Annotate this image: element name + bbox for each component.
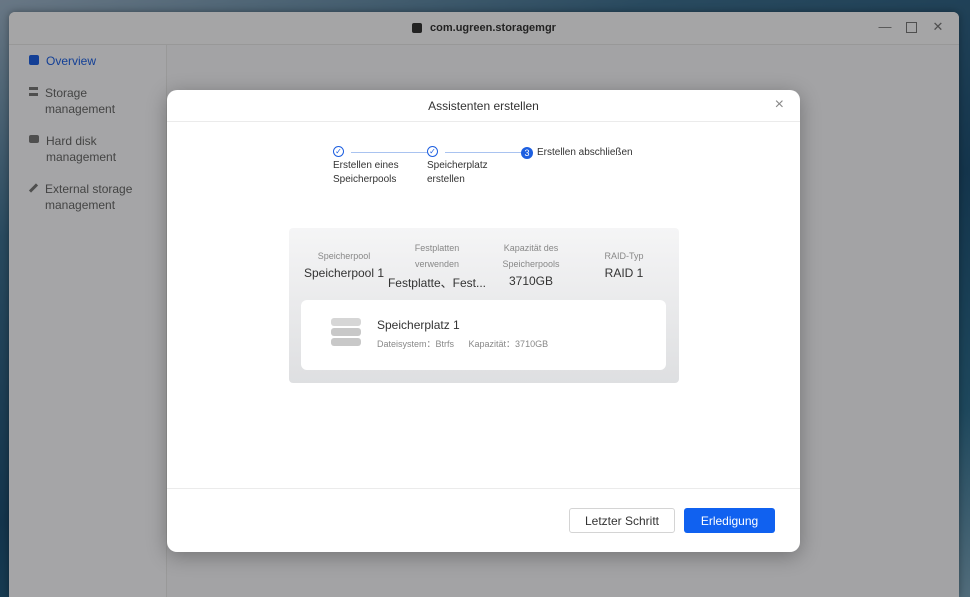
storage-pool-summary: Speicherpool Speicherpool 1 Festplatten … [289,228,679,383]
stat-label: Kapazität des [503,243,559,253]
pool-disks-stat: Festplatten verwenden Festplatte、Fest... [387,240,487,291]
wizard-steps: ✓ Erstellen eines Speicherpools ✓ Speich… [333,146,653,186]
step-number: 3 [521,147,533,159]
stat-label: Speicherpool [317,251,371,261]
stat-label: Speicherpools [502,259,560,269]
stat-value: Festplatte、Fest... [387,276,487,290]
filesystem-info: Dateisystem：Btrfs [377,339,455,349]
stat-value: RAID 1 [604,266,644,280]
step-label: erstellen [427,174,465,185]
dialog-header: Assistenten erstellen × [167,90,800,122]
step-label: Erstellen eines [333,160,399,171]
dialog-title: Assistenten erstellen [428,98,539,113]
stat-label: verwenden [414,259,460,269]
step-label: Speicherplatz [427,160,488,171]
close-icon[interactable]: × [775,96,784,114]
check-icon: ✓ [333,146,344,157]
storage-space-meta: Dateisystem：Btrfs Kapazität：3710GB [377,337,560,350]
pool-stats: Speicherpool Speicherpool 1 Festplatten … [289,238,679,293]
dialog-footer: Letzter Schritt Erledigung [167,488,800,552]
storage-space-card: Speicherplatz 1 Dateisystem：Btrfs Kapazi… [301,300,666,370]
pool-capacity-stat: Kapazität des Speicherpools 3710GB [485,240,577,288]
step-label: Erstellen abschließen [537,147,633,158]
storage-space-name: Speicherplatz 1 [377,318,460,332]
stat-value: Speicherpool 1 [303,266,385,280]
previous-step-button[interactable]: Letzter Schritt [569,508,675,533]
step-label: Speicherpools [333,174,397,185]
step-2: ✓ Speicherplatz erstellen [427,146,488,187]
done-button[interactable]: Erledigung [684,508,775,533]
step-3: 3 Erstellen abschließen [521,146,633,160]
capacity-info: Kapazität：3710GB [468,339,549,349]
pool-raid-stat: RAID-Typ RAID 1 [577,248,671,280]
create-wizard-dialog: Assistenten erstellen × ✓ Erstellen eine… [167,90,800,552]
stat-label: RAID-Typ [604,251,644,261]
storage-space-icon [331,318,361,348]
step-1: ✓ Erstellen eines Speicherpools [333,146,399,187]
pool-name-stat: Speicherpool Speicherpool 1 [297,248,391,280]
stat-value: 3710GB [508,274,554,288]
stat-label: Festplatten [414,243,460,253]
check-icon: ✓ [427,146,438,157]
